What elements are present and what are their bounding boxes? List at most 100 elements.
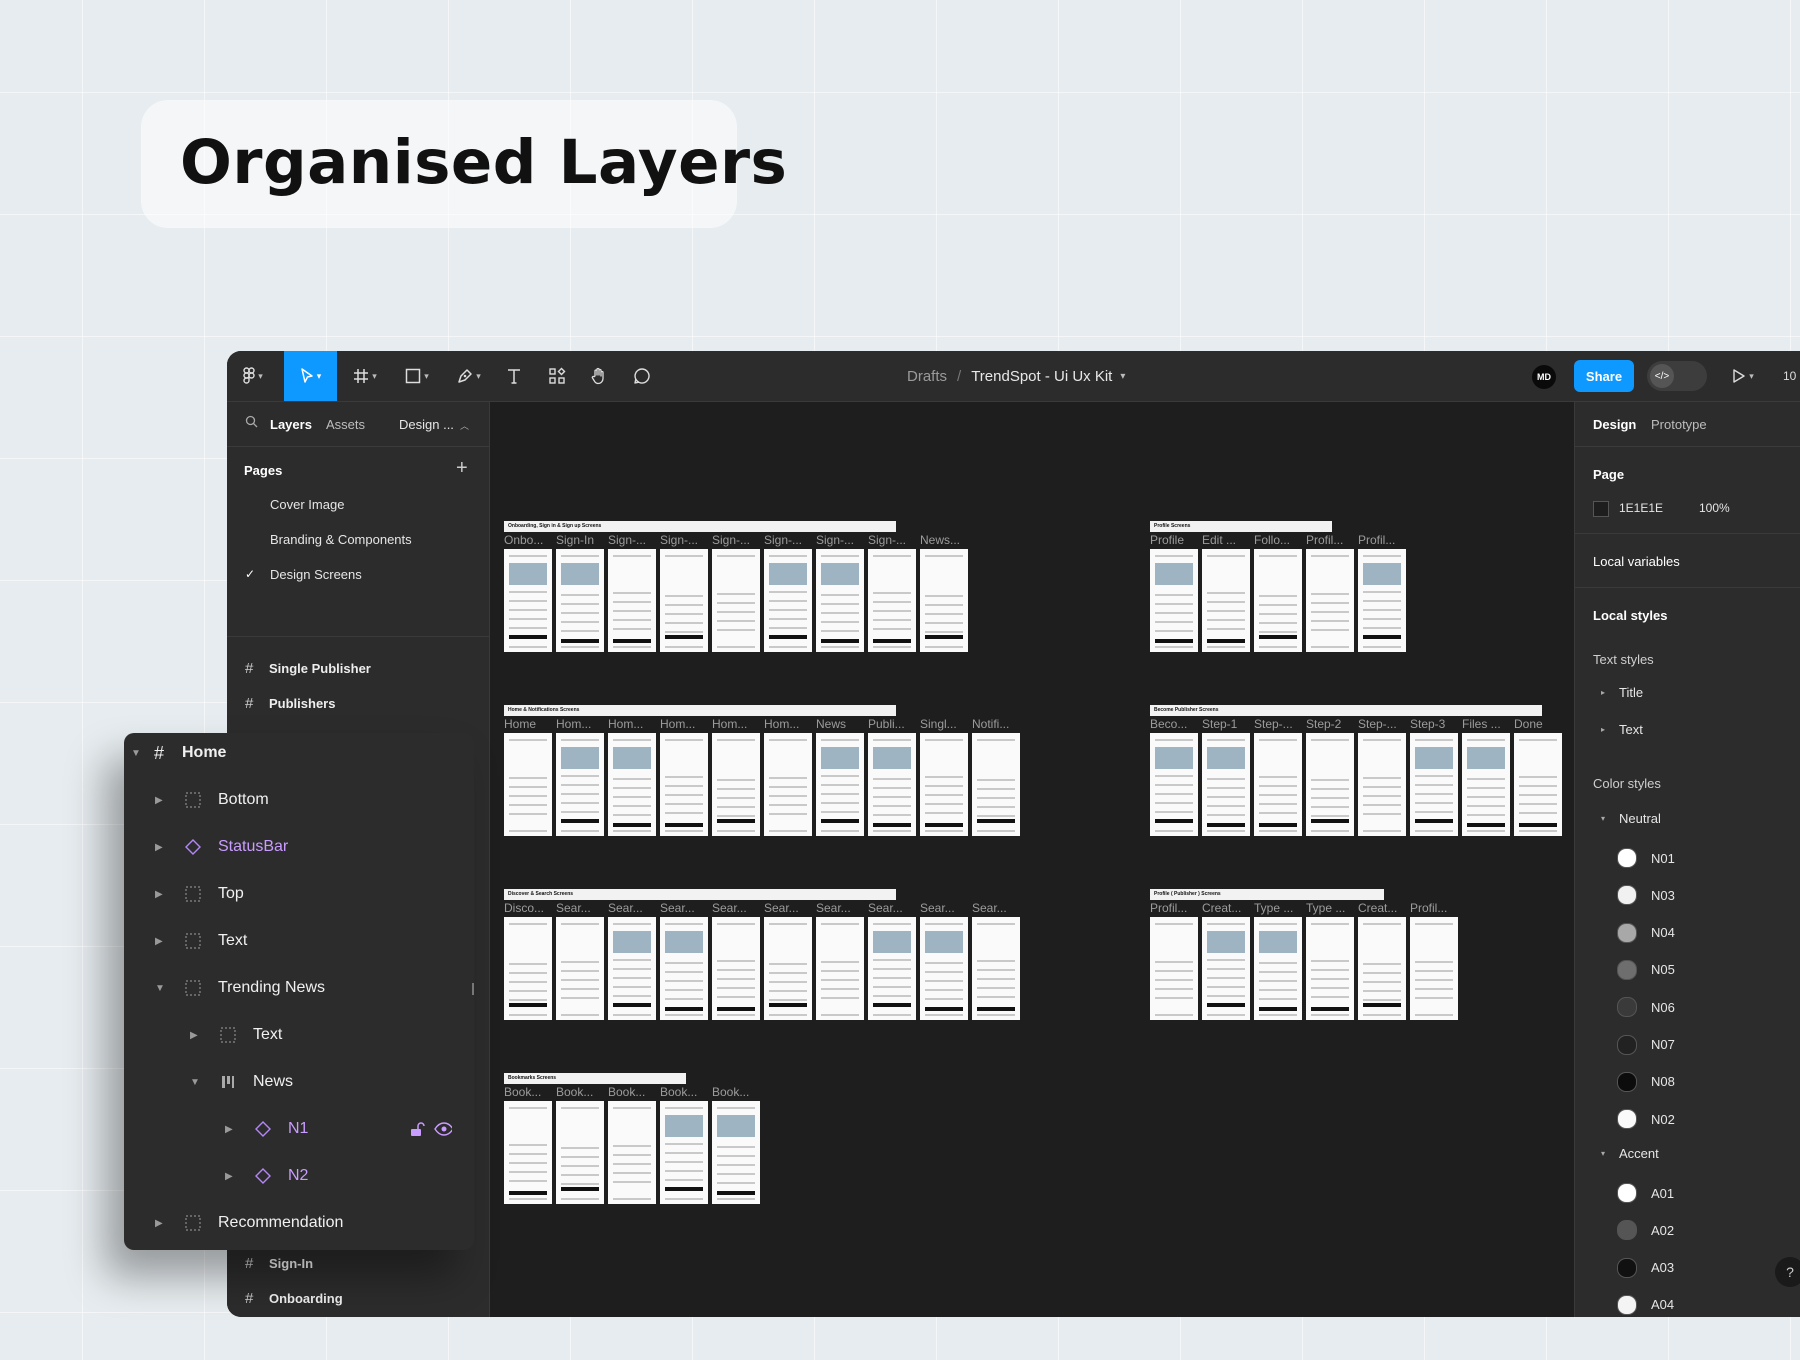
frame-name[interactable]: News...: [920, 533, 970, 547]
frame-thumbnail[interactable]: [764, 917, 812, 1020]
page-opacity[interactable]: 100%: [1699, 501, 1730, 515]
frame-thumbnail[interactable]: [1306, 733, 1354, 836]
color-style-n03[interactable]: N03: [1617, 885, 1675, 906]
layer-recommendation[interactable]: ▶ Recommendation: [124, 1203, 474, 1243]
frame-name[interactable]: Publi...: [868, 717, 918, 731]
main-menu-button[interactable]: ▾: [235, 351, 271, 401]
section-title[interactable]: Bookmarks Screens: [504, 1073, 686, 1084]
frame-name[interactable]: News: [816, 717, 866, 731]
frame-name[interactable]: Hom...: [660, 717, 710, 731]
frame-name[interactable]: Follo...: [1254, 533, 1304, 547]
section-title[interactable]: Discover & Search Screens: [504, 889, 896, 900]
frame-thumbnail[interactable]: [556, 917, 604, 1020]
frame-name[interactable]: Sign-...: [712, 533, 762, 547]
frame-name[interactable]: Edit ...: [1202, 533, 1252, 547]
frame-name[interactable]: Sign-In: [556, 533, 606, 547]
frame-thumbnail[interactable]: [1410, 917, 1458, 1020]
frame-thumbnail[interactable]: [608, 733, 656, 836]
dev-mode-toggle[interactable]: </>: [1647, 361, 1707, 391]
layer-text[interactable]: ▶ Text: [124, 921, 474, 961]
frame-thumbnail[interactable]: [1358, 733, 1406, 836]
layer-single-publisher[interactable]: # Single Publisher: [245, 660, 371, 677]
local-variables-button[interactable]: Local variables: [1593, 554, 1680, 569]
frame-name[interactable]: Hom...: [608, 717, 658, 731]
tab-layers[interactable]: Layers: [270, 417, 312, 432]
frame-thumbnail[interactable]: [920, 917, 968, 1020]
frame-name[interactable]: Creat...: [1358, 901, 1408, 915]
frame-name[interactable]: Notifi...: [972, 717, 1022, 731]
chevron-down-icon[interactable]: ▼: [131, 748, 141, 759]
frame-name[interactable]: Book...: [660, 1085, 710, 1099]
page-color-hex[interactable]: 1E1E1E: [1619, 501, 1663, 515]
frame-name[interactable]: Sear...: [868, 901, 918, 915]
frame-name[interactable]: Files ...: [1462, 717, 1512, 731]
frame-name[interactable]: Sign-...: [608, 533, 658, 547]
frame-name[interactable]: Book...: [556, 1085, 606, 1099]
frame-thumbnail[interactable]: [1202, 549, 1250, 652]
frame-name[interactable]: Sear...: [816, 901, 866, 915]
section-title[interactable]: Profile ( Publisher ) Screens: [1150, 889, 1384, 900]
frame-thumbnail[interactable]: [608, 1101, 656, 1204]
chevron-right-icon[interactable]: ▶: [190, 1030, 198, 1041]
color-group-accent[interactable]: ▾ Accent: [1601, 1146, 1659, 1161]
file-name[interactable]: TrendSpot - Ui Ux Kit: [971, 368, 1112, 385]
color-style-a03[interactable]: A03: [1617, 1257, 1674, 1278]
frame-name[interactable]: Sign-...: [868, 533, 918, 547]
zoom-level[interactable]: 10: [1783, 351, 1796, 401]
text-tool-button[interactable]: [497, 351, 531, 401]
color-group-neutral[interactable]: ▾ Neutral: [1601, 811, 1661, 826]
frame-thumbnail[interactable]: [1202, 917, 1250, 1020]
shape-tool-button[interactable]: ▾: [397, 351, 437, 401]
frame-thumbnail[interactable]: [712, 1101, 760, 1204]
frame-name[interactable]: Step-...: [1254, 717, 1304, 731]
frame-thumbnail[interactable]: [1202, 733, 1250, 836]
frame-thumbnail[interactable]: [1254, 549, 1302, 652]
frame-name[interactable]: Profil...: [1358, 533, 1408, 547]
frame-thumbnail[interactable]: [868, 733, 916, 836]
components-button[interactable]: [540, 351, 574, 401]
frame-thumbnail[interactable]: [712, 549, 760, 652]
frame-thumbnail[interactable]: [1410, 733, 1458, 836]
frame-name[interactable]: Home: [504, 717, 554, 731]
chevron-right-icon[interactable]: ▶: [155, 936, 163, 947]
layer-text-child[interactable]: ▶ Text: [124, 1015, 474, 1055]
pen-tool-button[interactable]: ▾: [449, 351, 489, 401]
color-style-n05[interactable]: N05: [1617, 959, 1675, 980]
tab-assets[interactable]: Assets: [326, 417, 365, 432]
frame-name[interactable]: Sign-...: [660, 533, 710, 547]
frame-thumbnail[interactable]: [660, 733, 708, 836]
layer-bottom[interactable]: ▶ Bottom: [124, 780, 474, 820]
frame-thumbnail[interactable]: [712, 917, 760, 1020]
layer-publishers[interactable]: # Publishers: [245, 695, 335, 712]
frame-thumbnail[interactable]: [972, 733, 1020, 836]
page-selector[interactable]: Design ...: [399, 417, 454, 432]
frame-thumbnail[interactable]: [868, 917, 916, 1020]
frame-name[interactable]: Hom...: [712, 717, 762, 731]
frame-thumbnail[interactable]: [608, 917, 656, 1020]
text-style-title[interactable]: ▸ Title: [1601, 685, 1643, 700]
frame-thumbnail[interactable]: [1462, 733, 1510, 836]
frame-thumbnail[interactable]: [712, 733, 760, 836]
frame-thumbnail[interactable]: [1306, 549, 1354, 652]
color-style-n01[interactable]: N01: [1617, 848, 1675, 868]
frame-thumbnail[interactable]: [1306, 917, 1354, 1020]
frame-name[interactable]: Sign-...: [764, 533, 814, 547]
color-style-n04[interactable]: N04: [1617, 922, 1675, 943]
share-button[interactable]: Share: [1574, 360, 1634, 392]
frame-thumbnail[interactable]: [816, 733, 864, 836]
frame-thumbnail[interactable]: [1358, 917, 1406, 1020]
chevron-right-icon[interactable]: ▶: [155, 1218, 163, 1229]
frame-thumbnail[interactable]: [972, 917, 1020, 1020]
frame-name[interactable]: Sear...: [712, 901, 762, 915]
frame-name[interactable]: Sear...: [608, 901, 658, 915]
chevron-right-icon[interactable]: ▶: [225, 1124, 233, 1135]
search-icon[interactable]: [245, 415, 258, 431]
section-title[interactable]: Profile Screens: [1150, 521, 1332, 532]
layer-n1[interactable]: ▶ N1: [124, 1109, 474, 1149]
frame-name[interactable]: Sign-...: [816, 533, 866, 547]
frame-thumbnail[interactable]: [1150, 733, 1198, 836]
tab-design[interactable]: Design: [1593, 417, 1636, 432]
frame-name[interactable]: Hom...: [764, 717, 814, 731]
frame-thumbnail[interactable]: [920, 733, 968, 836]
frame-name[interactable]: Creat...: [1202, 901, 1252, 915]
